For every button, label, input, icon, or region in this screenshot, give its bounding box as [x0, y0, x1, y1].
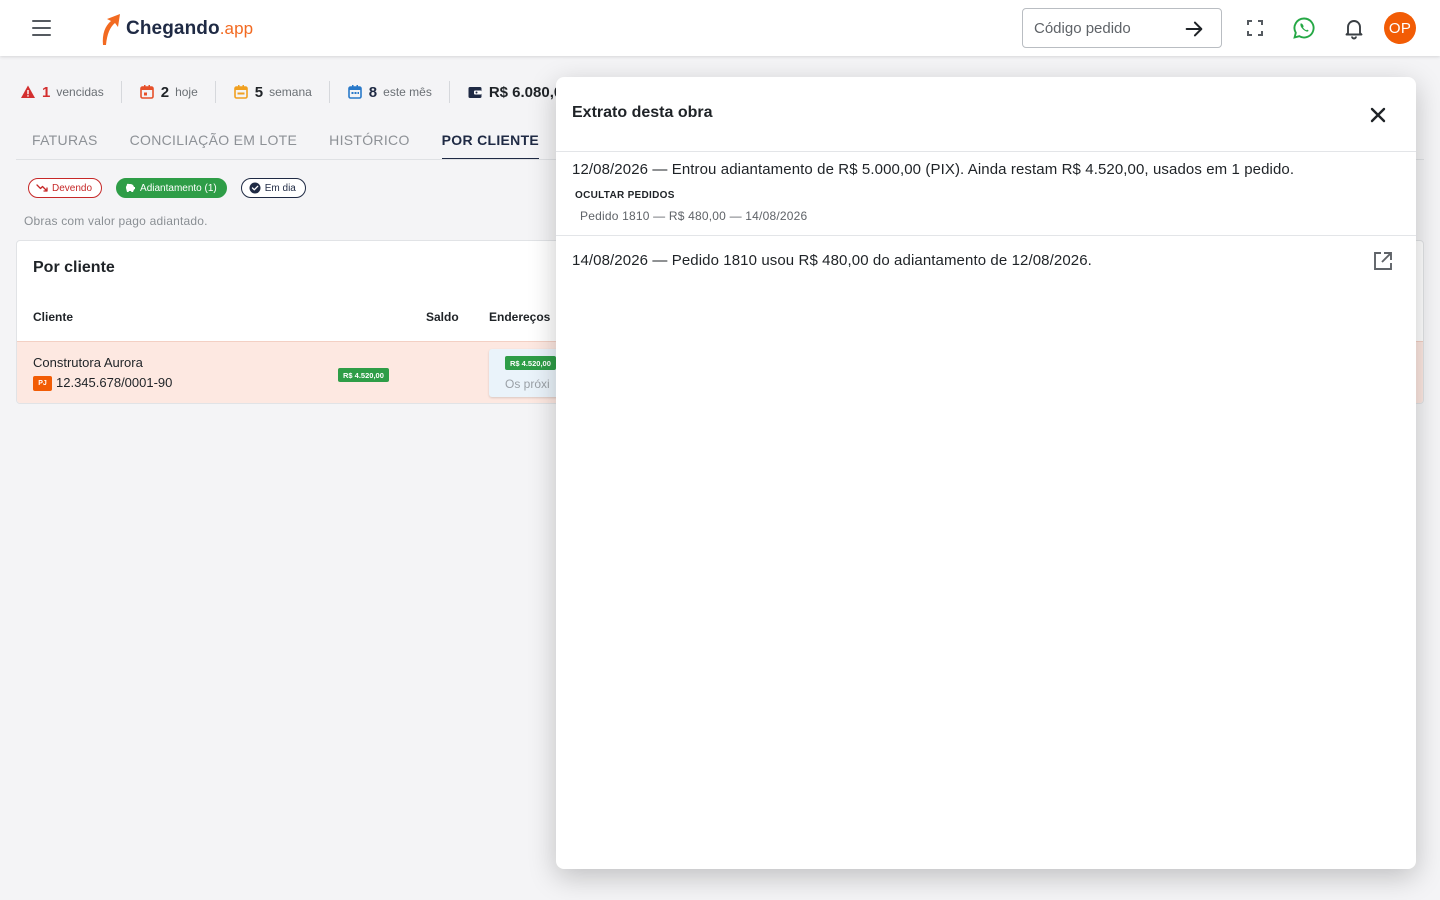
logo-suffix-text: .app: [219, 19, 254, 38]
open-in-new-icon[interactable]: [1372, 250, 1394, 272]
column-header-client[interactable]: Cliente: [33, 310, 73, 324]
stat-month[interactable]: 8 este mês: [347, 81, 450, 103]
card-title: Por cliente: [33, 259, 115, 276]
client-document: 12.345.678/0001-90: [56, 375, 173, 390]
stat-overdue[interactable]: 1 vencidas: [20, 81, 122, 103]
filter-advance-chip[interactable]: Adiantamento (1): [116, 178, 227, 198]
advance-balance-badge: R$ 4.520,00: [338, 368, 389, 382]
arrow-right-icon[interactable]: [1183, 18, 1205, 40]
stat-week-label: semana: [269, 85, 312, 99]
close-icon[interactable]: [1364, 101, 1392, 129]
drawer-title: Extrato desta obra: [572, 104, 713, 121]
filter-chips: Devendo Adiantamento (1) Em dia: [28, 178, 306, 198]
calendar-month-icon: [347, 85, 362, 99]
stat-overdue-label: vencidas: [56, 85, 104, 99]
address-next-text: Os próxi: [505, 377, 550, 391]
stat-week[interactable]: 5 semana: [233, 81, 330, 103]
stat-today[interactable]: 2 hoje: [139, 81, 216, 103]
fullscreen-icon[interactable]: [1243, 16, 1267, 40]
warning-icon: [21, 85, 35, 98]
stat-month-label: este mês: [383, 85, 432, 99]
column-header-balance[interactable]: Saldo: [426, 310, 459, 324]
trending-down-icon: [36, 184, 48, 192]
logo-brand-text: Chegando: [126, 18, 220, 39]
stat-month-count: 8: [368, 83, 378, 101]
entry-divider: [556, 235, 1416, 236]
statement-entry-text: 12/08/2026 — Entrou adiantamento de R$ 5…: [572, 161, 1295, 178]
hamburger-menu-icon[interactable]: [24, 14, 58, 42]
tab-by-client[interactable]: POR CLIENTE: [426, 124, 555, 160]
drawer-header-divider: [556, 151, 1416, 152]
order-code-field: [1022, 8, 1222, 48]
linked-order-item: Pedido 1810 — R$ 480,00 — 14/08/2026: [580, 209, 808, 223]
column-header-addresses[interactable]: Endereços: [489, 310, 550, 324]
filter-owing-chip[interactable]: Devendo: [28, 178, 103, 198]
bell-icon[interactable]: [1342, 16, 1366, 40]
check-circle-icon: [249, 182, 261, 194]
address-advance-badge: R$ 4.520,00: [505, 356, 556, 370]
tab-bar: FATURAS CONCILIAÇÃO EM LOTE HISTÓRICO PO…: [16, 124, 555, 160]
filter-owing-label: Devendo: [52, 182, 93, 194]
hide-orders-button[interactable]: OCULTAR PEDIDOS: [575, 190, 675, 201]
user-avatar[interactable]: OP: [1384, 12, 1416, 44]
summary-stats: 1 vencidas 2 hoje 5 semana 8 este mês R$…: [20, 81, 605, 103]
tab-batch-reconciliation[interactable]: CONCILIAÇÃO EM LOTE: [114, 124, 314, 160]
calendar-week-icon: [233, 85, 248, 99]
calendar-today-icon: [139, 85, 154, 99]
tab-history[interactable]: HISTÓRICO: [313, 124, 425, 160]
piggy-bank-icon: [125, 183, 136, 192]
client-name: Construtora Aurora: [33, 355, 143, 370]
filter-advance-label: Adiantamento (1): [140, 182, 217, 194]
filter-ok-label: Em dia: [264, 182, 296, 194]
client-type-badge: PJ: [33, 376, 52, 391]
top-bar: Chegando.app OP: [0, 0, 1440, 56]
stat-today-label: hoje: [175, 85, 198, 99]
stat-today-count: 2: [160, 83, 170, 101]
tab-invoices[interactable]: FATURAS: [16, 124, 114, 160]
stat-week-count: 5: [254, 83, 264, 101]
statement-drawer: Extrato desta obra 12/08/2026 — Entrou a…: [556, 77, 1416, 869]
order-code-input[interactable]: [1023, 19, 1173, 37]
filter-ok-chip[interactable]: Em dia: [240, 178, 306, 198]
whatsapp-icon[interactable]: [1292, 16, 1316, 40]
stat-overdue-count: 1: [42, 83, 51, 101]
logo-arrow-icon: [102, 14, 120, 45]
filter-hint: Obras com valor pago adiantado.: [24, 214, 208, 228]
wallet-icon: [468, 87, 482, 98]
statement-entry-text: 14/08/2026 — Pedido 1810 usou R$ 480,00 …: [572, 252, 1092, 269]
app-logo[interactable]: Chegando.app: [96, 12, 253, 46]
